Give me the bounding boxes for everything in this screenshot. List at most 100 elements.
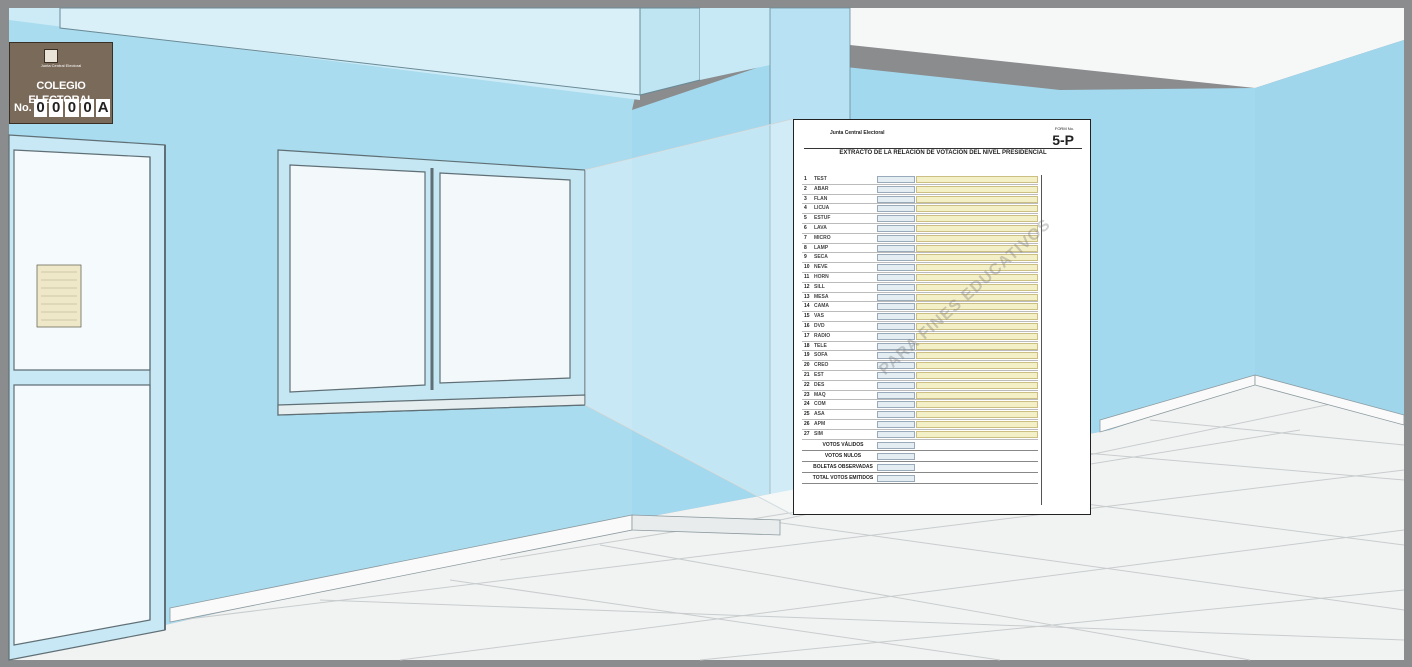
totals-label: VOTOS NULOS xyxy=(824,452,862,459)
total-box xyxy=(877,430,915,438)
party-row: 2 ABAR xyxy=(802,185,1038,195)
party-row: 25 ASA xyxy=(802,410,1038,420)
party-row: 27 SIM xyxy=(802,430,1038,440)
total-letters-box xyxy=(916,185,1038,193)
party-name: SECA xyxy=(814,254,828,261)
sign-digit: 0 xyxy=(65,99,79,117)
party-name: VAS xyxy=(814,313,824,320)
party-row: 23 MAQ xyxy=(802,391,1038,401)
sign-number-label: No. xyxy=(14,102,32,114)
party-name: MICRO xyxy=(814,234,831,241)
party-row: 26 APM xyxy=(802,420,1038,430)
right-wall xyxy=(1255,40,1404,420)
vote-extract-form: Junta Central Electoral FORM No. 5-P EXT… xyxy=(793,119,1091,515)
totals-row: BOLETAS OBSERVADAS xyxy=(802,462,1038,473)
total-box xyxy=(877,452,915,460)
electoral-college-sign: Junta Central Electoral COLEGIO ELECTORA… xyxy=(9,42,113,124)
form-title: EXTRACTO DE LA RELACIÓN DE VOTACIÓN DEL … xyxy=(839,150,1047,156)
party-number: 6 xyxy=(804,224,807,231)
total-letters-box xyxy=(916,362,1038,370)
total-box xyxy=(877,303,915,311)
total-box xyxy=(877,205,915,213)
party-name: MESA xyxy=(814,293,829,300)
party-row: 20 CREO xyxy=(802,361,1038,371)
total-letters-box xyxy=(916,176,1038,183)
party-name: COM xyxy=(814,401,826,408)
party-number: 27 xyxy=(804,430,810,437)
party-name: EST xyxy=(814,371,824,378)
party-row: 12 SILL xyxy=(802,283,1038,293)
party-name: ASA xyxy=(814,411,825,418)
party-name: FLAN xyxy=(814,195,828,202)
form-code-label: FORM No. xyxy=(1054,126,1074,131)
party-number: 24 xyxy=(804,401,810,408)
party-name: LAVA xyxy=(814,224,827,231)
total-box xyxy=(877,441,915,449)
party-row: 6 LAVA xyxy=(802,224,1038,234)
party-number: 16 xyxy=(804,322,810,329)
party-row: 19 SOFA xyxy=(802,351,1038,362)
total-box xyxy=(877,401,915,409)
party-number: 20 xyxy=(804,362,810,369)
party-name: DVD xyxy=(814,322,825,329)
party-name: TEST xyxy=(814,176,827,182)
totals-row: TOTAL VOTOS EMITIDOS xyxy=(802,473,1038,484)
sign-digit: 0 xyxy=(33,99,48,117)
party-name: CREO xyxy=(814,362,829,369)
party-number: 19 xyxy=(804,352,810,359)
party-name: TELE xyxy=(814,342,827,349)
total-box xyxy=(877,420,915,428)
party-name: HORN xyxy=(814,273,829,280)
party-number: 10 xyxy=(804,264,810,271)
sign-number: No. 0 0 0 0 A xyxy=(12,97,111,119)
total-letters-box xyxy=(916,430,1038,438)
party-number: 4 xyxy=(804,205,807,212)
total-box xyxy=(877,273,915,281)
sign-title: COLEGIO ELECTORAL xyxy=(28,80,93,106)
party-number: 5 xyxy=(804,215,807,222)
party-row: 4 LICUA xyxy=(802,204,1038,215)
total-box xyxy=(877,474,915,482)
total-box xyxy=(877,283,915,291)
party-row: 13 MESA xyxy=(802,293,1038,303)
party-number: 21 xyxy=(804,371,810,378)
total-letters-box xyxy=(916,264,1038,272)
party-name: NEVE xyxy=(814,264,828,271)
party-number: 17 xyxy=(804,332,810,339)
party-row: 24 COM xyxy=(802,400,1038,411)
total-box xyxy=(877,185,915,193)
total-letters-box xyxy=(916,381,1038,389)
total-letters-box xyxy=(916,303,1038,311)
party-name: ABAR xyxy=(814,185,829,192)
form-code: 5-P xyxy=(1052,132,1074,148)
total-box xyxy=(877,195,915,203)
totals-row: VOTOS VÁLIDOS xyxy=(802,440,1038,451)
party-name: LICUA xyxy=(814,205,830,212)
total-letters-box xyxy=(916,371,1038,379)
total-letters-box xyxy=(916,215,1038,223)
total-box xyxy=(877,322,915,330)
party-name: APM xyxy=(814,420,826,427)
party-number: 3 xyxy=(804,195,807,202)
total-box xyxy=(877,254,915,262)
window xyxy=(277,149,586,416)
party-name: MAQ xyxy=(814,391,826,398)
total-box xyxy=(877,215,915,223)
form-institution: Junta Central Electoral xyxy=(830,130,885,136)
total-letters-box xyxy=(916,224,1038,232)
sign-digit: 0 xyxy=(80,99,95,117)
total-box xyxy=(877,391,915,399)
total-box xyxy=(877,176,915,183)
party-name: LAMP xyxy=(814,244,829,251)
party-number: 7 xyxy=(804,234,807,241)
total-letters-box xyxy=(916,342,1038,350)
party-name: SIM xyxy=(814,430,823,437)
party-number: 12 xyxy=(804,283,810,290)
party-number: 14 xyxy=(804,303,810,310)
total-box xyxy=(877,244,915,252)
party-number: 18 xyxy=(804,342,810,349)
total-letters-box xyxy=(916,391,1038,399)
party-name: RADIO xyxy=(814,332,831,339)
sign-digit: A xyxy=(96,99,111,117)
party-number: 15 xyxy=(804,313,810,320)
